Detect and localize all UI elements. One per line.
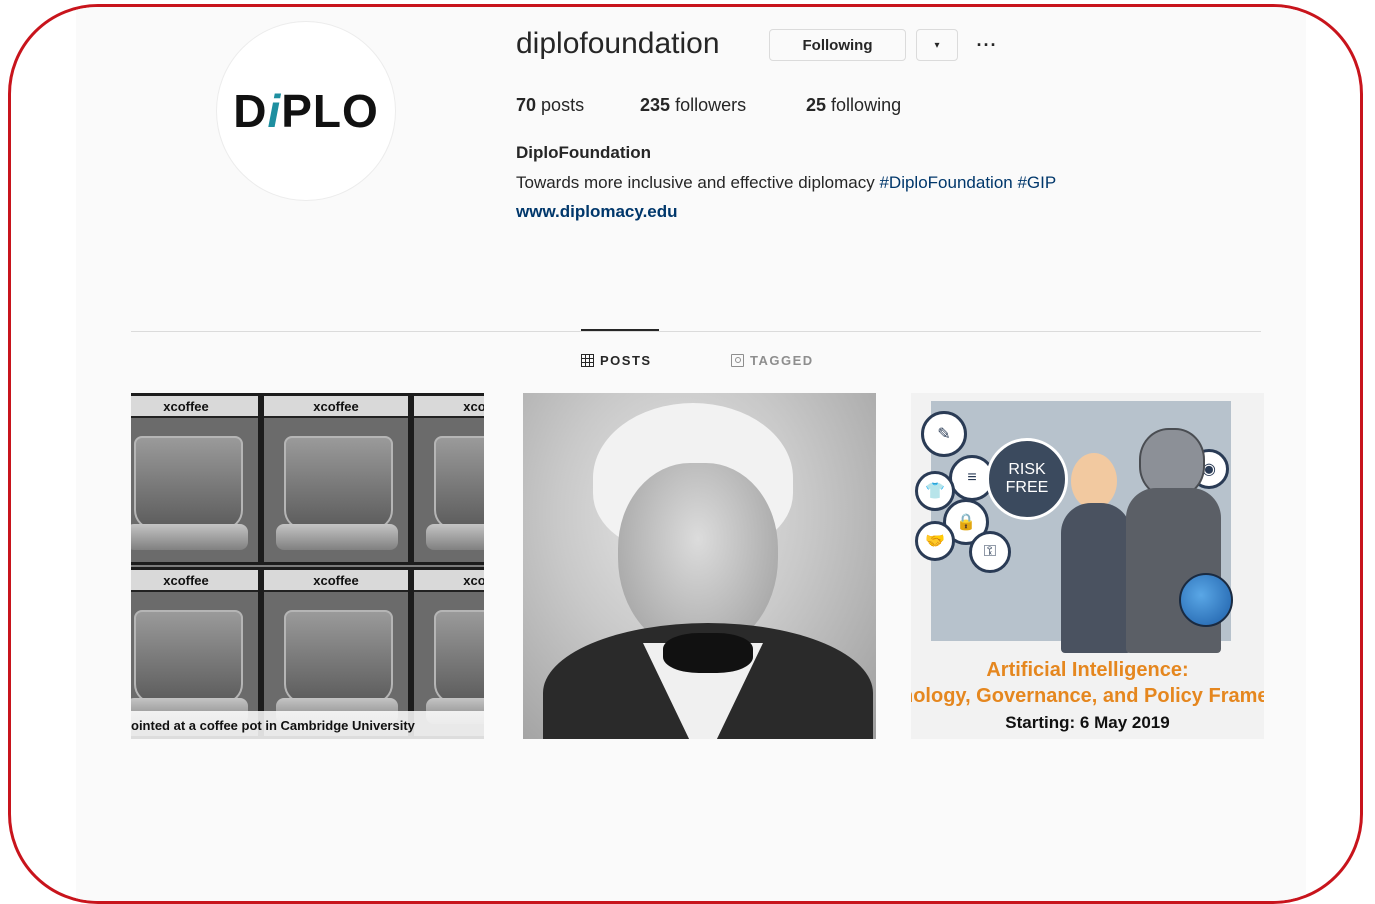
more-options-icon[interactable]: ··· bbox=[972, 29, 1002, 61]
posts-count: 70 posts bbox=[516, 95, 585, 115]
key-icon: ⚿ bbox=[969, 531, 1011, 573]
robot bbox=[1126, 488, 1221, 653]
course-title: Artificial Intelligence: bbox=[986, 659, 1189, 681]
diplo-logo: DiPLO bbox=[233, 85, 379, 137]
divider bbox=[131, 331, 1261, 332]
risk-free-bubble: RISK FREE bbox=[986, 438, 1068, 520]
full-name: DiploFoundation bbox=[516, 143, 652, 162]
active-tab-indicator bbox=[581, 329, 659, 331]
post-thumbnail-ai-course[interactable]: ✎ ≡ 👕 🔒 🤝 ⚿ ◉ RISK FREE Artificial Intel… bbox=[911, 393, 1264, 739]
globe-icon bbox=[1179, 573, 1233, 627]
tagged-user-icon bbox=[731, 354, 744, 367]
xcoffee-window: xcoffee bbox=[411, 393, 484, 565]
post-thumbnail-portrait[interactable] bbox=[523, 393, 876, 739]
businessman bbox=[1061, 503, 1131, 653]
tab-tagged[interactable]: TAGGED bbox=[731, 353, 814, 368]
course-date: Starting: 6 May 2019 bbox=[1005, 713, 1170, 732]
bio: Towards more inclusive and effective dip… bbox=[516, 173, 1057, 192]
post-caption: ointed at a coffee pot in Cambridge Univ… bbox=[131, 711, 484, 739]
bio-hashtags[interactable]: #DiploFoundation #GIP bbox=[879, 173, 1056, 192]
xcoffee-window: xcoffee bbox=[131, 393, 261, 565]
course-subtitle: nology, Governance, and Policy Framev bbox=[911, 685, 1264, 707]
handshake-icon: 🤝 bbox=[915, 521, 955, 561]
grid-icon bbox=[581, 354, 594, 367]
website-link[interactable]: www.diplomacy.edu bbox=[516, 202, 678, 222]
pen-icon: ✎ bbox=[921, 411, 967, 457]
post-thumbnail-xcoffee[interactable]: xcoffee xcoffee xcoffee xcoffee xcoffee … bbox=[131, 393, 484, 739]
following-count[interactable]: 25 following bbox=[806, 95, 901, 116]
followers-count[interactable]: 235 followers bbox=[640, 95, 746, 116]
username: diplofoundation bbox=[516, 27, 720, 60]
profile-page: DiPLO diplofoundation Following ▾ ··· 70… bbox=[76, 7, 1306, 901]
chevron-down-icon[interactable]: ▾ bbox=[916, 29, 958, 61]
man-head bbox=[1071, 453, 1117, 509]
following-button[interactable]: Following bbox=[769, 29, 906, 61]
avatar[interactable]: DiPLO bbox=[216, 21, 396, 201]
tab-posts[interactable]: POSTS bbox=[581, 353, 652, 368]
xcoffee-window: xcoffee bbox=[261, 393, 411, 565]
outer-frame: DiPLO diplofoundation Following ▾ ··· 70… bbox=[8, 4, 1363, 904]
